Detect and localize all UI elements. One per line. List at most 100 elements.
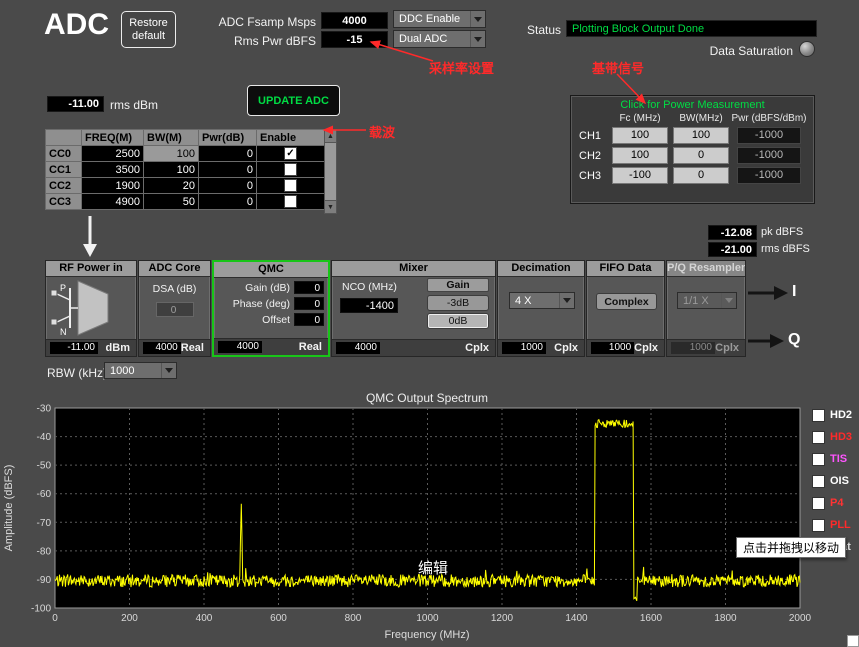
sample-rate-annotation: 采样率设置 xyxy=(429,61,495,76)
cc3-enable-cell[interactable] xyxy=(256,193,325,210)
scroll-down-icon[interactable]: ▼ xyxy=(325,200,336,213)
legend-item-tis[interactable]: TIS xyxy=(812,452,852,466)
cc1-bw-cell[interactable]: 100 xyxy=(143,161,199,178)
carrier-table-header-row: FREQ(M) BW(M) Pwr(dB) Enable xyxy=(45,129,325,146)
cc0-freq-cell[interactable]: 2500 xyxy=(81,145,144,162)
legend: HD2 HD3 TIS OIS P4 PLL Stat xyxy=(812,408,853,554)
checkbox-icon[interactable] xyxy=(812,496,825,510)
baseband-annotation: 基带信号 xyxy=(592,61,645,76)
row-header-cc2[interactable]: CC2 xyxy=(45,177,82,194)
legend-item-hd2[interactable]: HD2 xyxy=(812,408,852,422)
nco-label: NCO (MHz) xyxy=(342,281,397,293)
cc1-pwr-cell[interactable]: 0 xyxy=(198,161,257,178)
qmc-gain-input[interactable]: 0 xyxy=(294,281,324,294)
y-tick-label: -70 xyxy=(37,518,52,529)
checkbox-icon[interactable] xyxy=(812,408,825,422)
ch3-fc-input[interactable]: -100 xyxy=(612,167,668,184)
dsa-label: DSA (dB) xyxy=(152,283,197,295)
checkbox-icon[interactable] xyxy=(284,163,297,176)
power-measurement-panel[interactable]: Click for Power Measurement Fc (MHz) BW(… xyxy=(570,95,815,204)
nco-input[interactable]: -1400 xyxy=(340,298,398,313)
fifo-rate-strip: 1000 Cplx xyxy=(587,339,664,356)
decimation-value: 4 X xyxy=(515,294,532,307)
update-adc-button[interactable]: UPDATE ADC xyxy=(247,85,340,116)
row-header-cc3[interactable]: CC3 xyxy=(45,193,82,210)
y-axis-label: Amplitude (dBFS) xyxy=(3,465,15,552)
pq-rate-strip: 1000 Cplx xyxy=(667,339,745,356)
flow-arrow-down xyxy=(83,216,97,257)
rbw-label: RBW (kHz) xyxy=(47,366,107,380)
adc-mode-select[interactable]: Dual ADC xyxy=(393,30,486,48)
ddc-enable-select[interactable]: DDC Enable xyxy=(393,10,486,28)
legend-label: TIS xyxy=(830,453,848,465)
gain-0db-button[interactable]: 0dB xyxy=(427,313,489,329)
qmc-phase-input[interactable]: 0 xyxy=(294,297,324,310)
row-header-cc0[interactable]: CC0 xyxy=(45,145,82,162)
rms-pwr-input[interactable]: -15 xyxy=(321,31,388,48)
legend-label: HD3 xyxy=(830,431,853,443)
qmc-offset-input[interactable]: 0 xyxy=(294,313,324,326)
fifo-data-title: FIFO Data xyxy=(587,261,664,277)
carrier-table: FREQ(M) BW(M) Pwr(dB) Enable CC0 2500 10… xyxy=(45,129,325,210)
table-row: CC2 1900 20 0 xyxy=(45,177,325,194)
ch2-bw-input[interactable]: 0 xyxy=(673,147,729,164)
y-tick-label: -40 xyxy=(37,432,52,443)
power-measurement-title[interactable]: Click for Power Measurement xyxy=(571,99,814,111)
n-terminal-label: N xyxy=(60,327,67,337)
rf-power-in-title: RF Power in xyxy=(46,261,136,277)
y-tick-label: -80 xyxy=(37,546,52,557)
rf-power-value[interactable]: -11.00 xyxy=(50,342,98,354)
status-label: Status xyxy=(527,23,562,37)
checkbox-icon[interactable] xyxy=(812,452,825,466)
ch2-fc-input[interactable]: 100 xyxy=(612,147,668,164)
edit-annotation: 编辑 xyxy=(418,560,449,577)
fifo-complex-button[interactable]: Complex xyxy=(596,293,657,310)
table-scrollbar[interactable]: ▲ ▼ xyxy=(324,129,337,214)
spectrum-chart[interactable]: 0 200 400 600 800 1000 1200 1400 1600 1800 2000 -30… xyxy=(0,388,859,647)
rms-dbm-input[interactable]: -11.00 xyxy=(47,96,104,112)
adc-core-rate: 4000 xyxy=(143,342,181,354)
cc0-bw-cell[interactable]: 100 xyxy=(143,145,199,162)
rf-power-in-block: RF Power in P N -11.00 dBm xyxy=(45,260,137,357)
legend-item-pll[interactable]: PLL xyxy=(812,518,852,532)
cc2-freq-cell[interactable]: 1900 xyxy=(81,177,144,194)
legend-item-ois[interactable]: OIS xyxy=(812,474,852,488)
cc0-enable-cell[interactable] xyxy=(256,145,325,162)
y-tick-label: -50 xyxy=(37,461,52,472)
cc2-enable-cell[interactable] xyxy=(256,177,325,194)
cc1-enable-cell[interactable] xyxy=(256,161,325,178)
decimation-select[interactable]: 4 X xyxy=(509,292,575,309)
cc1-freq-cell[interactable]: 3500 xyxy=(81,161,144,178)
cc3-pwr-cell[interactable]: 0 xyxy=(198,193,257,210)
resize-handle[interactable] xyxy=(847,635,859,647)
checkbox-icon[interactable] xyxy=(284,179,297,192)
qmc-format: Real xyxy=(298,341,322,353)
checkbox-icon[interactable] xyxy=(812,518,825,532)
fsamp-input[interactable]: 4000 xyxy=(321,12,388,29)
cc3-freq-cell[interactable]: 4900 xyxy=(81,193,144,210)
legend-item-hd3[interactable]: HD3 xyxy=(812,430,853,444)
cc3-bw-cell[interactable]: 50 xyxy=(143,193,199,210)
rbw-select[interactable]: 1000 xyxy=(104,362,177,379)
ch2-pwr-readout: -1000 xyxy=(737,147,801,164)
row-header-cc1[interactable]: CC1 xyxy=(45,161,82,178)
checkbox-icon[interactable] xyxy=(284,147,297,160)
table-row: CC1 3500 100 0 xyxy=(45,161,325,178)
x-tick-label: 400 xyxy=(196,613,213,624)
mixer-rate: 4000 xyxy=(336,342,380,354)
ch1-fc-input[interactable]: 100 xyxy=(612,127,668,144)
cc0-pwr-cell[interactable]: 0 xyxy=(198,145,257,162)
cc2-bw-cell[interactable]: 20 xyxy=(143,177,199,194)
gain-minus3db-button[interactable]: -3dB xyxy=(427,295,489,311)
ch3-bw-input[interactable]: 0 xyxy=(673,167,729,184)
cc2-pwr-cell[interactable]: 0 xyxy=(198,177,257,194)
checkbox-icon[interactable] xyxy=(812,430,825,444)
differential-input-icon: P N xyxy=(50,280,109,337)
checkbox-icon[interactable] xyxy=(812,474,825,488)
ch1-bw-input[interactable]: 100 xyxy=(673,127,729,144)
checkbox-icon[interactable] xyxy=(284,195,297,208)
mixer-format: Cplx xyxy=(465,342,489,354)
adc-control-panel: ADC Restore default ADC Fsamp Msps 4000 … xyxy=(0,0,859,647)
legend-item-p4[interactable]: P4 xyxy=(812,496,852,510)
scroll-up-icon[interactable]: ▲ xyxy=(325,130,336,143)
